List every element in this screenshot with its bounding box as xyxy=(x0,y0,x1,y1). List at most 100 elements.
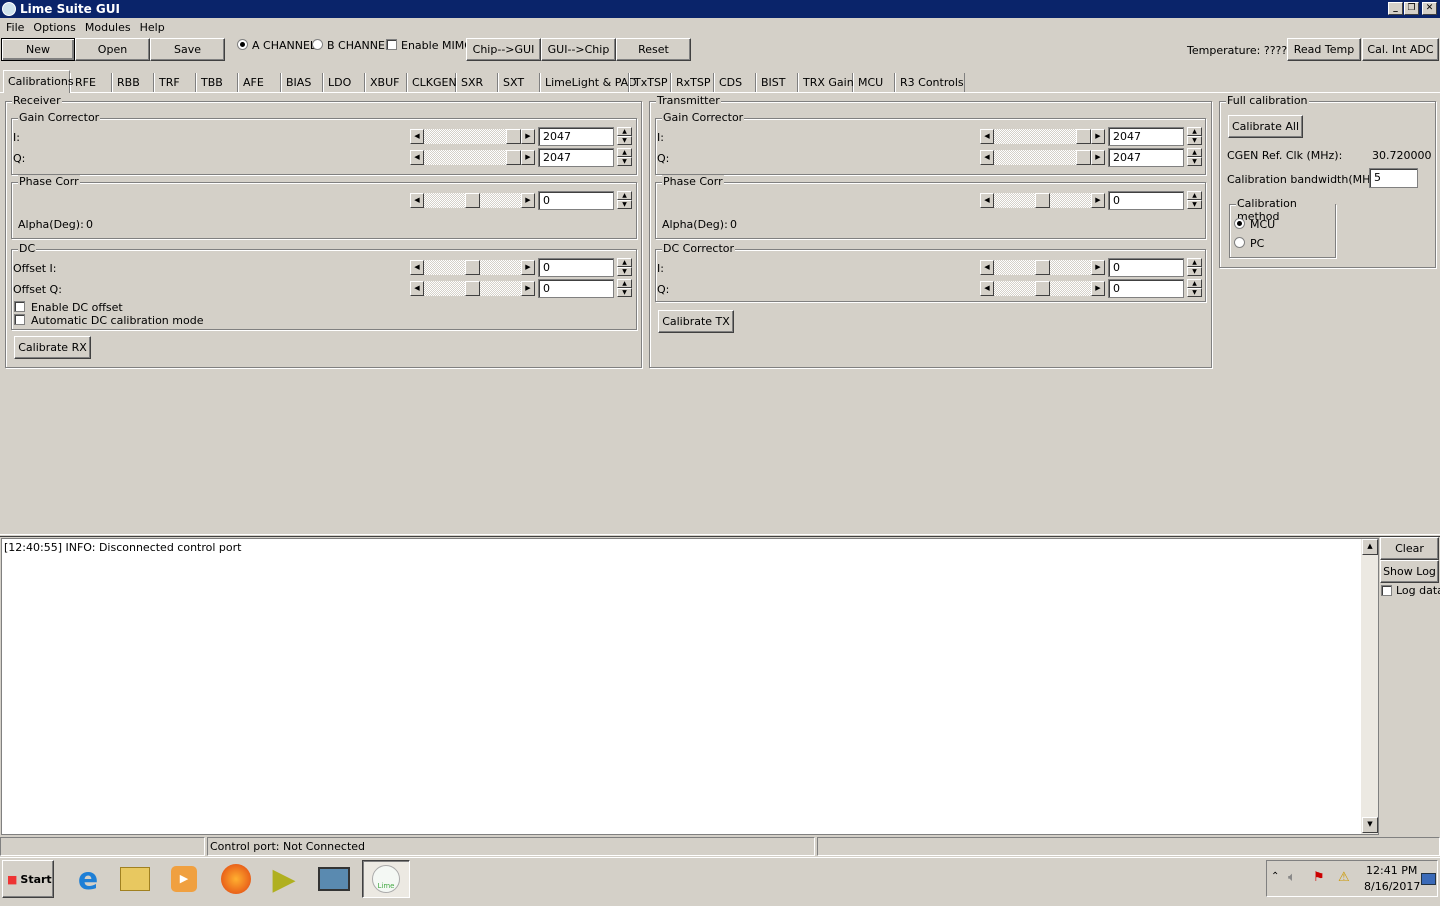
spin-down-icon[interactable]: ▼ xyxy=(1187,267,1202,276)
mcu-radio[interactable] xyxy=(1234,218,1245,229)
auto-dc-checkbox[interactable] xyxy=(14,314,25,325)
slider-left-arrow-icon[interactable]: ◀ xyxy=(410,150,424,165)
pc-radio[interactable] xyxy=(1234,237,1245,248)
new-button[interactable]: New xyxy=(1,38,75,61)
slider-right-arrow-icon[interactable]: ▶ xyxy=(521,193,535,208)
clock-date[interactable]: 8/16/2017 xyxy=(1364,880,1420,893)
calibrate-tx-button[interactable]: Calibrate TX xyxy=(658,310,734,333)
volume-icon[interactable]: 🔈︎ xyxy=(1288,870,1296,885)
b-channel-radio[interactable] xyxy=(312,39,323,50)
spin-up-icon[interactable]: ▲ xyxy=(1187,148,1202,157)
splitter[interactable] xyxy=(0,534,1440,537)
slider-left-arrow-icon[interactable]: ◀ xyxy=(980,260,994,275)
tab-limelight-pad[interactable]: LimeLight & PAD xyxy=(540,73,637,92)
close-button[interactable]: ✕ xyxy=(1422,2,1437,15)
a-channel-radio[interactable] xyxy=(237,39,248,50)
show-hidden-icons-icon[interactable]: ⌃ xyxy=(1271,871,1279,882)
slider-right-arrow-icon[interactable]: ▶ xyxy=(1091,193,1105,208)
tab-cds[interactable]: CDS xyxy=(714,73,756,92)
slider-right-arrow-icon[interactable]: ▶ xyxy=(521,150,535,165)
slider-right-arrow-icon[interactable]: ▶ xyxy=(1091,260,1105,275)
spin-up-icon[interactable]: ▲ xyxy=(617,279,632,288)
tab-clkgen[interactable]: CLKGEN xyxy=(407,73,457,92)
tab-xbuf[interactable]: XBUF xyxy=(365,73,407,92)
spin-up-icon[interactable]: ▲ xyxy=(1187,191,1202,200)
spin-up-icon[interactable]: ▲ xyxy=(617,148,632,157)
slider-right-arrow-icon[interactable]: ▶ xyxy=(1091,281,1105,296)
slider-thumb[interactable] xyxy=(1076,150,1091,165)
log-data-checkbox[interactable] xyxy=(1381,585,1392,596)
spin-up-icon[interactable]: ▲ xyxy=(1187,258,1202,267)
value-input[interactable]: 2047 xyxy=(538,148,614,167)
spin-down-icon[interactable]: ▼ xyxy=(617,267,632,276)
spin-up-icon[interactable]: ▲ xyxy=(617,191,632,200)
spin-up-icon[interactable]: ▲ xyxy=(1187,127,1202,136)
lime-suite-taskbar-button[interactable]: Lime xyxy=(362,860,410,898)
menu-options[interactable]: Options xyxy=(33,21,75,34)
clear-button[interactable]: Clear xyxy=(1380,537,1439,560)
tab-bist[interactable]: BIST xyxy=(756,73,798,92)
log-scrollbar[interactable]: ▲ ▼ xyxy=(1361,539,1378,834)
calibrate-rx-button[interactable]: Calibrate RX xyxy=(14,336,91,359)
spin-control[interactable]: ▲ ▼ xyxy=(617,127,632,146)
tab-calibrations[interactable]: Calibrations xyxy=(3,70,74,93)
spin-control[interactable]: ▲ ▼ xyxy=(617,258,632,277)
slider-thumb[interactable] xyxy=(1035,193,1050,208)
tab-ldo[interactable]: LDO xyxy=(323,73,365,92)
spin-control[interactable]: ▲ ▼ xyxy=(1187,148,1202,167)
spin-up-icon[interactable]: ▲ xyxy=(1187,279,1202,288)
spin-control[interactable]: ▲ ▼ xyxy=(617,148,632,167)
slider-left-arrow-icon[interactable]: ◀ xyxy=(410,260,424,275)
slider-thumb[interactable] xyxy=(1035,281,1050,296)
slider-thumb[interactable] xyxy=(465,281,480,296)
action-center-flag-icon[interactable]: ⚑ xyxy=(1313,870,1325,885)
slider-thumb[interactable] xyxy=(506,150,521,165)
value-input[interactable]: 0 xyxy=(1108,279,1184,298)
spin-down-icon[interactable]: ▼ xyxy=(617,157,632,166)
slider-thumb[interactable] xyxy=(465,260,480,275)
tab-rbb[interactable]: RBB xyxy=(112,73,154,92)
show-log-button[interactable]: Show Log xyxy=(1380,560,1439,583)
scroll-up-icon[interactable]: ▲ xyxy=(1362,539,1378,555)
slider-left-arrow-icon[interactable]: ◀ xyxy=(410,129,424,144)
open-button[interactable]: Open xyxy=(75,38,150,61)
value-input[interactable]: 2047 xyxy=(538,127,614,146)
spin-down-icon[interactable]: ▼ xyxy=(1187,157,1202,166)
menu-file[interactable]: File xyxy=(6,21,24,34)
slider-right-arrow-icon[interactable]: ▶ xyxy=(521,129,535,144)
show-desktop-icon[interactable] xyxy=(1421,873,1436,885)
powershell-icon[interactable]: ▶ xyxy=(262,862,306,897)
spin-down-icon[interactable]: ▼ xyxy=(617,136,632,145)
slider-left-arrow-icon[interactable]: ◀ xyxy=(410,281,424,296)
scroll-down-icon[interactable]: ▼ xyxy=(1362,817,1378,833)
log-area[interactable]: [12:40:55] INFO: Disconnected control po… xyxy=(1,538,1379,835)
tab-sxr[interactable]: SXR xyxy=(456,73,498,92)
spin-down-icon[interactable]: ▼ xyxy=(617,200,632,209)
value-input[interactable]: 2047 xyxy=(1108,127,1184,146)
spin-down-icon[interactable]: ▼ xyxy=(617,288,632,297)
slider-left-arrow-icon[interactable]: ◀ xyxy=(980,150,994,165)
save-button[interactable]: Save xyxy=(150,38,225,61)
slider-thumb[interactable] xyxy=(1076,129,1091,144)
tab-sxt[interactable]: SXT xyxy=(498,73,540,92)
media-player-icon[interactable]: ▶ xyxy=(162,862,206,896)
firefox-icon[interactable] xyxy=(214,862,258,896)
tab-trx-gain[interactable]: TRX Gain xyxy=(798,73,854,92)
spin-control[interactable]: ▲ ▼ xyxy=(617,191,632,210)
tab-mcu[interactable]: MCU xyxy=(853,73,895,92)
value-input[interactable]: 0 xyxy=(538,191,614,210)
tab-afe[interactable]: AFE xyxy=(238,73,281,92)
value-input[interactable]: 0 xyxy=(1108,258,1184,277)
minimize-button[interactable]: _ xyxy=(1388,2,1403,15)
spin-control[interactable]: ▲ ▼ xyxy=(617,279,632,298)
cal-int-adc-button[interactable]: Cal. Int ADC xyxy=(1362,38,1439,61)
tab-tbb[interactable]: TBB xyxy=(196,73,238,92)
internet-explorer-icon[interactable]: e xyxy=(66,862,110,897)
clock-time[interactable]: 12:41 PM xyxy=(1366,864,1417,877)
slider-right-arrow-icon[interactable]: ▶ xyxy=(521,260,535,275)
spin-control[interactable]: ▲ ▼ xyxy=(1187,279,1202,298)
spin-control[interactable]: ▲ ▼ xyxy=(1187,258,1202,277)
tab-trf[interactable]: TRF xyxy=(154,73,196,92)
value-input[interactable]: 0 xyxy=(538,279,614,298)
spin-down-icon[interactable]: ▼ xyxy=(1187,288,1202,297)
